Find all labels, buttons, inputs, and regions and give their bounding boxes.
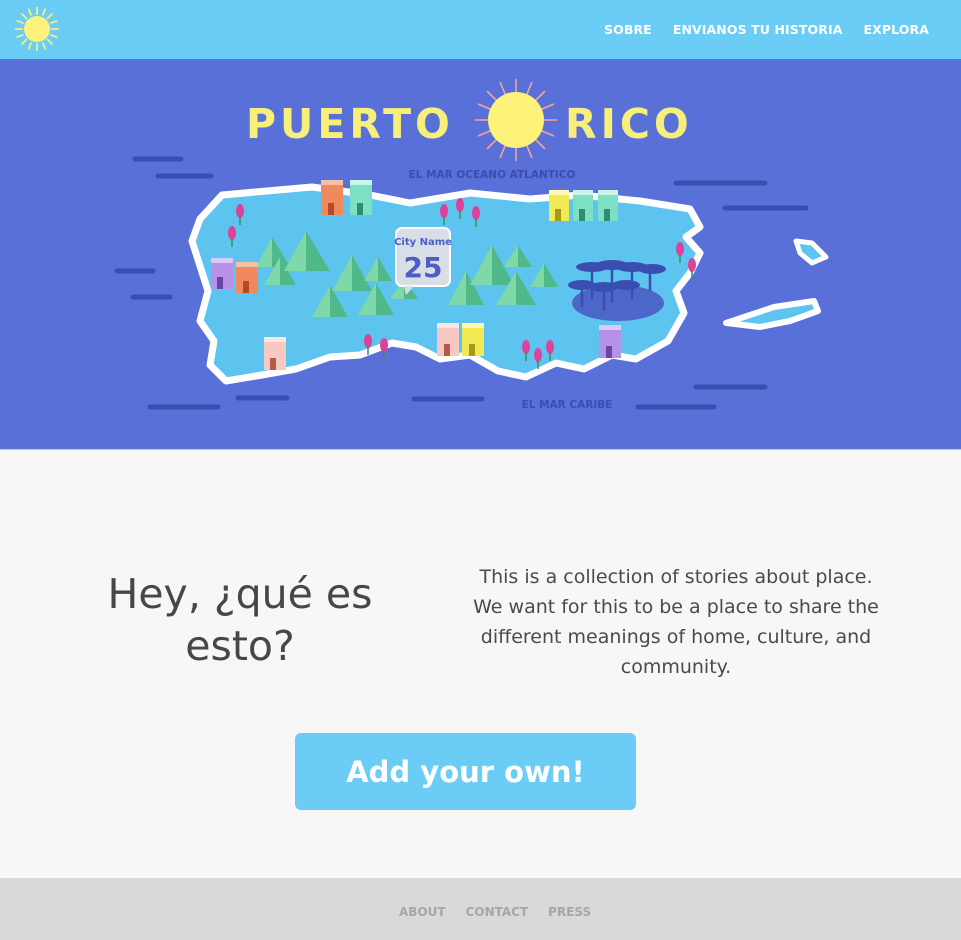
intro-blurb-line: We want for this to be a place to share … xyxy=(473,596,879,618)
nav-link-envianos-tu-historia[interactable]: ENVIANOS TU HISTORIA xyxy=(673,22,843,37)
hero-title-right: RICO xyxy=(565,100,693,148)
main-nav: SOBRE ENVIANOS TU HISTORIA EXPLORA xyxy=(604,22,929,37)
city-marker-name: City Name xyxy=(394,237,452,248)
add-your-own-button[interactable]: Add your own! xyxy=(295,733,636,810)
intro-section: Hey, ¿qué es esto? This is a collection … xyxy=(0,450,961,878)
nav-link-explora[interactable]: EXPLORA xyxy=(864,22,929,37)
top-navbar: SOBRE ENVIANOS TU HISTORIA EXPLORA xyxy=(0,0,961,59)
footer: ABOUT CONTACT PRESS xyxy=(0,878,961,940)
sea-label-south: EL MAR CARIBE xyxy=(522,399,613,411)
intro-blurb-line: This is a collection of stories about pl… xyxy=(479,566,873,588)
vieques-island xyxy=(723,298,821,330)
footer-link-contact[interactable]: CONTACT xyxy=(466,905,529,919)
intro-blurb: This is a collection of stories about pl… xyxy=(450,562,902,682)
footer-link-about[interactable]: ABOUT xyxy=(399,905,446,919)
culebra-island xyxy=(793,238,829,266)
nav-link-sobre[interactable]: SOBRE xyxy=(604,22,652,37)
intro-heading-line-2: esto? xyxy=(185,622,295,670)
intro-heading-line-1: Hey, ¿qué es xyxy=(107,570,373,618)
city-marker[interactable]: City Name 25 xyxy=(394,227,452,295)
hero-map-banner: PUERTO RICO EL MAR OCEANO ATLANTICO City… xyxy=(0,59,961,450)
intro-heading: Hey, ¿qué es esto? xyxy=(90,568,390,672)
hero-title-left: PUERTO xyxy=(246,100,454,148)
footer-link-press[interactable]: PRESS xyxy=(548,905,591,919)
intro-blurb-line: different meanings of home, culture, and xyxy=(480,626,872,648)
footer-links: ABOUT CONTACT PRESS xyxy=(399,905,591,919)
ocean-label-north: EL MAR OCEANO ATLANTICO xyxy=(409,169,576,181)
city-marker-count: 25 xyxy=(404,251,443,284)
intro-blurb-line: community. xyxy=(620,656,732,678)
sun-logo-icon[interactable] xyxy=(14,6,60,52)
title-sun-icon xyxy=(475,79,557,161)
puerto-rico-map-illustration: PUERTO RICO EL MAR OCEANO ATLANTICO City… xyxy=(114,79,829,411)
